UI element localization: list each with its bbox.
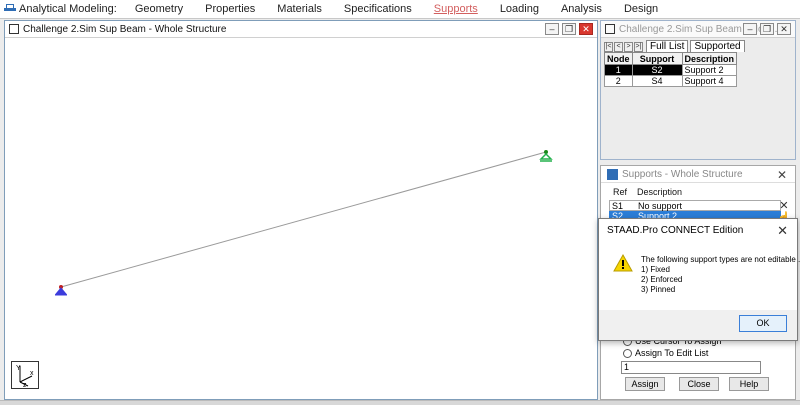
table-minimize-button[interactable]: – [743,23,757,35]
cell-node[interactable]: 2 [604,75,633,87]
table-row[interactable]: 1 S2 Support 2 [604,64,738,76]
nav-first-button[interactable]: |< [604,42,613,52]
restore-button[interactable]: ❐ [562,23,576,35]
col-ref: Ref [613,187,628,197]
support-table: Node Support Description 1 S2 Support 2 … [604,52,738,87]
help-button[interactable]: Help [729,377,769,391]
supports-close-icon[interactable]: ✕ [777,168,787,182]
col-support[interactable]: Support [631,52,683,65]
axis-y-label: Y [16,365,21,372]
message-item: 2) Enforced [641,275,683,284]
tab-analysis[interactable]: Analysis [561,3,602,15]
col-description[interactable]: Description [681,52,738,65]
assign-button[interactable]: Assign [625,377,665,391]
table-titlebar: Challenge 2.Sim Sup Beam - Nod... – ❐ ✕ [601,21,795,38]
tab-supported[interactable]: Supported [690,40,745,52]
table-row[interactable]: 2 S4 Support 4 [604,75,738,87]
supports-icon [607,168,618,180]
nav-last-button[interactable]: >| [634,42,643,52]
tab-materials[interactable]: Materials [277,3,322,15]
cell-support[interactable]: S4 [631,75,683,87]
supports-titlebar: Supports - Whole Structure [601,166,795,183]
radio-assign-edit-list[interactable]: Assign To Edit List [623,348,708,358]
axis-triad: Y x z [11,361,39,389]
table-tabs: |< < > >| Full List Supported [604,40,745,52]
tab-design[interactable]: Design [624,3,658,15]
col-node[interactable]: Node [604,52,633,65]
ok-button[interactable]: OK [739,315,787,332]
nav-prev-button[interactable]: < [614,42,623,52]
supports-title: Supports - Whole Structure [622,168,743,180]
window-icon [9,24,19,34]
analytical-modeling-icon [4,3,16,15]
tab-supports[interactable]: Supports [434,3,478,15]
view-title: Challenge 2.Sim Sup Beam - Whole Structu… [23,23,227,35]
support-node-2[interactable] [539,150,553,162]
table-restore-button[interactable]: ❐ [760,23,774,35]
warning-icon [613,254,633,272]
cell-support[interactable]: S2 [631,64,683,76]
nav-next-button[interactable]: > [624,42,633,52]
tab-properties[interactable]: Properties [205,3,255,15]
delete-icon[interactable]: ✕ [777,200,791,212]
axis-x-label: x [30,370,34,377]
view-titlebar: Challenge 2.Sim Sup Beam - Whole Structu… [5,21,597,38]
close-button[interactable]: ✕ [579,23,593,35]
col-desc: Description [637,187,683,197]
message-title: STAAD.Pro CONNECT Edition [607,225,744,236]
status-bar [0,400,800,405]
ribbon-bar: Analytical Modeling: Geometry Properties… [0,0,800,19]
cell-description[interactable]: Support 2 [681,64,738,76]
beam-member[interactable] [60,151,547,288]
tab-full-list[interactable]: Full List [646,40,689,52]
support-node-1[interactable] [54,285,68,296]
minimize-button[interactable]: – [545,23,559,35]
support-row[interactable]: S1 No support [609,200,781,211]
message-item: 3) Pinned [641,285,676,294]
table-icon [605,24,615,34]
ribbon-label: Analytical Modeling: [19,3,117,15]
cell-description[interactable]: Support 4 [681,75,738,87]
structure-view-window: Challenge 2.Sim Sup Beam - Whole Structu… [4,20,598,400]
radio-assign-edit-list-label: Assign To Edit List [635,348,709,358]
message-footer: OK [599,310,797,340]
tab-specifications[interactable]: Specifications [344,3,412,15]
close-dialog-button[interactable]: Close [679,377,719,391]
message-text: The following support types are not edit… [641,255,800,264]
table-close-button[interactable]: ✕ [777,23,791,35]
tab-loading[interactable]: Loading [500,3,539,15]
support-table-window: Challenge 2.Sim Sup Beam - Nod... – ❐ ✕ … [600,20,796,160]
message-box: STAAD.Pro CONNECT Edition ✕ The followin… [598,218,800,341]
tab-geometry[interactable]: Geometry [135,3,183,15]
message-item: 1) Fixed [641,265,670,274]
model-canvas[interactable] [5,39,597,399]
message-close-icon[interactable]: ✕ [777,223,788,239]
edit-list-input[interactable]: 1 [621,361,761,374]
axis-z-label: z [23,382,27,388]
cell-node[interactable]: 1 [604,64,633,76]
